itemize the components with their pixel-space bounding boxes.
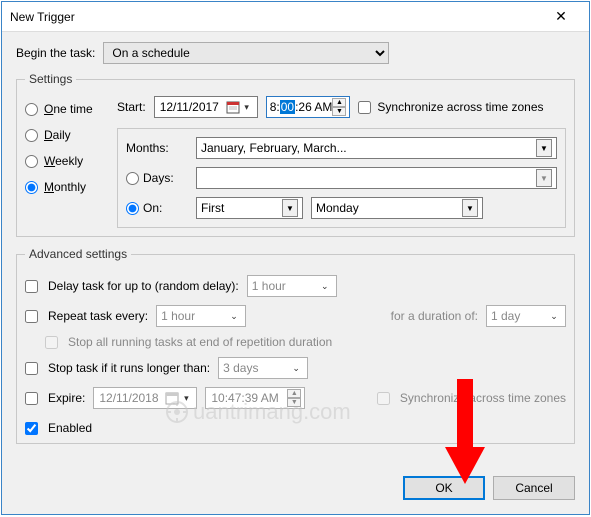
window-title: New Trigger [10,10,541,24]
time-spinner[interactable]: ▲ ▼ [332,98,346,116]
calendar-icon[interactable] [226,100,240,114]
schedule-radio-group: One time Daily Weekly Monthly [25,96,117,228]
chevron-down-icon[interactable]: ▼ [282,199,298,217]
start-label: Start: [117,100,146,114]
expire-date-field [97,391,165,405]
delay-combo: 1 hour ⌄ [247,275,337,297]
start-row: Start: ▾ 8:00:26 AM ▲ ▼ [117,96,566,118]
cancel-button[interactable]: Cancel [493,476,575,500]
stop-longer-checkbox-input[interactable] [25,362,38,375]
sync-timezone2-input [377,392,390,405]
expire-checkbox-input[interactable] [25,392,38,405]
spinner-up-icon[interactable]: ▲ [332,98,346,107]
radio-on[interactable]: On: [126,201,188,215]
start-date-field[interactable] [158,100,226,114]
spinner-down-icon: ▼ [287,398,301,407]
duration-combo: 1 day ⌄ [486,305,566,327]
radio-daily-input[interactable] [25,129,38,142]
repeat-checkbox-input[interactable] [25,310,38,323]
radio-monthly[interactable]: Monthly [25,180,117,194]
chevron-down-icon[interactable]: ▼ [536,169,552,187]
dialog-footer: OK Cancel [2,466,589,514]
months-combo[interactable]: January, February, March... ▼ [196,137,557,159]
stop-longer-checkbox[interactable]: Stop task if it runs longer than: [25,361,210,375]
sync-timezone2-checkbox: Synchronize across time zones [377,391,566,405]
begin-task-row: Begin the task: On a schedule [16,42,575,64]
sync-timezone-checkbox[interactable]: Synchronize across time zones [358,100,543,114]
radio-on-input[interactable] [126,202,139,215]
begin-task-label: Begin the task: [16,46,95,60]
chevron-down-icon[interactable]: ▾ [240,102,254,113]
stop-running-checkbox: Stop all running tasks at end of repetit… [45,335,332,349]
radio-weekly-input[interactable] [25,155,38,168]
settings-group: Settings One time Daily Weekly [16,72,575,237]
begin-task-select[interactable]: On a schedule [103,42,389,64]
delay-checkbox-input[interactable] [25,280,38,293]
radio-monthly-input[interactable] [25,181,38,194]
on-ordinal-combo[interactable]: First ▼ [196,197,303,219]
chevron-down-icon: ⌄ [289,363,303,374]
radio-days-input[interactable] [126,172,139,185]
titlebar: New Trigger ✕ [2,2,589,32]
radio-weekly[interactable]: Weekly [25,154,117,168]
sync-timezone-input[interactable] [358,101,371,114]
start-time-picker[interactable]: 8:00:26 AM ▲ ▼ [266,96,351,118]
advanced-group: Advanced settings Delay task for up to (… [16,247,575,444]
spinner-down-icon[interactable]: ▼ [332,107,346,116]
content-area: Begin the task: On a schedule Settings O… [2,32,589,466]
close-icon[interactable]: ✕ [541,8,581,25]
enabled-checkbox[interactable]: Enabled [25,421,92,435]
repeat-checkbox[interactable]: Repeat task every: [25,309,148,323]
chevron-down-icon[interactable]: ▼ [536,139,552,157]
time-spinner: ▲ ▼ [287,389,301,407]
chevron-down-icon: ⌄ [227,311,241,322]
on-day-combo[interactable]: Monday ▼ [311,197,483,219]
chevron-down-icon: ⌄ [547,311,561,322]
settings-legend: Settings [25,72,76,86]
spinner-up-icon: ▲ [287,389,301,398]
expire-time-picker: ▲ ▼ [205,387,305,409]
radio-daily[interactable]: Daily [25,128,117,142]
chevron-down-icon: ⌄ [318,281,332,292]
ok-button[interactable]: OK [403,476,485,500]
calendar-icon [165,391,179,405]
start-date-picker[interactable]: ▾ [154,96,258,118]
delay-checkbox[interactable]: Delay task for up to (random delay): [25,279,239,293]
start-time-value[interactable]: 8:00:26 AM [270,100,333,114]
expire-date-picker: ▾ [93,387,197,409]
dialog-window: New Trigger ✕ Begin the task: On a sched… [1,1,590,515]
expire-checkbox[interactable]: Expire: [25,391,85,405]
expire-time-field [209,391,287,405]
repeat-combo: 1 hour ⌄ [156,305,246,327]
stop-longer-combo: 3 days ⌄ [218,357,308,379]
chevron-down-icon[interactable]: ▼ [462,199,478,217]
advanced-legend: Advanced settings [25,247,131,261]
radio-one-time-input[interactable] [25,103,38,116]
enabled-checkbox-input[interactable] [25,422,38,435]
stop-running-checkbox-input [45,336,58,349]
radio-one-time[interactable]: One time [25,102,117,116]
months-label: Months: [126,141,188,155]
radio-days[interactable]: Days: [126,171,188,185]
days-combo[interactable]: ▼ [196,167,557,189]
chevron-down-icon: ▾ [179,393,193,404]
monthly-options-box: Months: January, February, March... ▼ Da… [117,128,566,228]
duration-label: for a duration of: [391,309,478,323]
